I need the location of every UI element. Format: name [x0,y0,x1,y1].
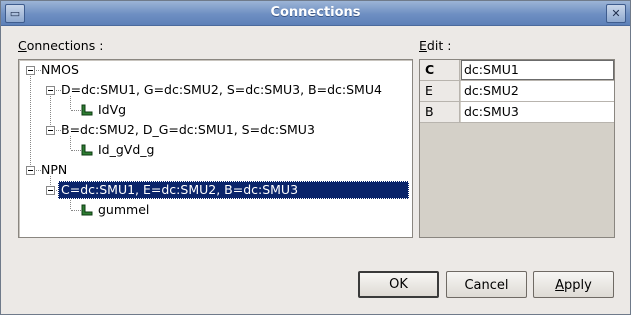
expander-collapse-icon[interactable] [26,166,35,175]
expander-collapse-icon[interactable] [26,66,35,75]
cancel-button[interactable]: Cancel [446,271,527,298]
expander-collapse-icon[interactable] [46,186,55,195]
table-value-cell[interactable]: dc:SMU3 [461,102,614,122]
tree-line [71,150,81,151]
table-value-cell[interactable]: dc:SMU1 [461,60,614,80]
tree-item-connection[interactable]: B=dc:SMU2, D_G=dc:SMU1, S=dc:SMU3 [61,121,315,139]
connections-dialog: ▭ Connections ✕ Connections : Edit : NMO… [0,0,631,315]
tree-item-test[interactable]: Id_gVd_g [98,141,154,159]
table-key-cell: E [420,81,460,101]
tree-item-connection-selected[interactable]: C=dc:SMU1, E=dc:SMU2, B=dc:SMU3 [58,181,409,199]
tree-item-npn[interactable]: NPN [41,161,67,179]
table-key-cell: C [420,60,460,80]
edit-label: Edit : [419,38,451,53]
edit-label-text: dit : [426,38,452,53]
window-title: Connections [270,5,361,20]
tree-line [71,210,81,211]
close-icon[interactable]: ✕ [606,4,626,23]
table-row: B dc:SMU3 [420,102,614,123]
table-value-cell[interactable]: dc:SMU2 [461,81,614,101]
title-bar: ▭ Connections ✕ [1,1,630,26]
apply-button[interactable]: Apply [533,271,614,298]
tree-line [30,76,31,173]
edit-label-mnemonic: E [419,38,427,53]
test-leaf-icon [81,144,93,156]
tree-line [71,110,81,111]
tree-item-test[interactable]: gummel [98,201,149,219]
apply-button-label: pply [564,278,592,293]
tree-item-connection[interactable]: D=dc:SMU1, G=dc:SMU2, S=dc:SMU3, B=dc:SM… [61,81,382,99]
ok-button[interactable]: OK [358,271,439,298]
connections-label-text: onnections : [26,38,104,53]
tree-item-nmos[interactable]: NMOS [41,61,79,79]
table-row: E dc:SMU2 [420,81,614,102]
tree-item-test[interactable]: IdVg [98,101,126,119]
test-leaf-icon [81,104,93,116]
test-leaf-icon [81,204,93,216]
connections-tree[interactable]: NMOS D=dc:SMU1, G=dc:SMU2, S=dc:SMU3, B=… [18,59,413,238]
table-row: C dc:SMU1 [420,60,614,81]
edit-table: C dc:SMU1 E dc:SMU2 B dc:SMU3 [419,59,615,238]
connections-label-mnemonic: C [18,38,27,53]
expander-collapse-icon[interactable] [46,126,55,135]
expander-collapse-icon[interactable] [46,86,55,95]
apply-button-mnemonic: A [555,278,565,293]
table-key-cell: B [420,102,460,122]
connections-label: Connections : [18,38,103,53]
